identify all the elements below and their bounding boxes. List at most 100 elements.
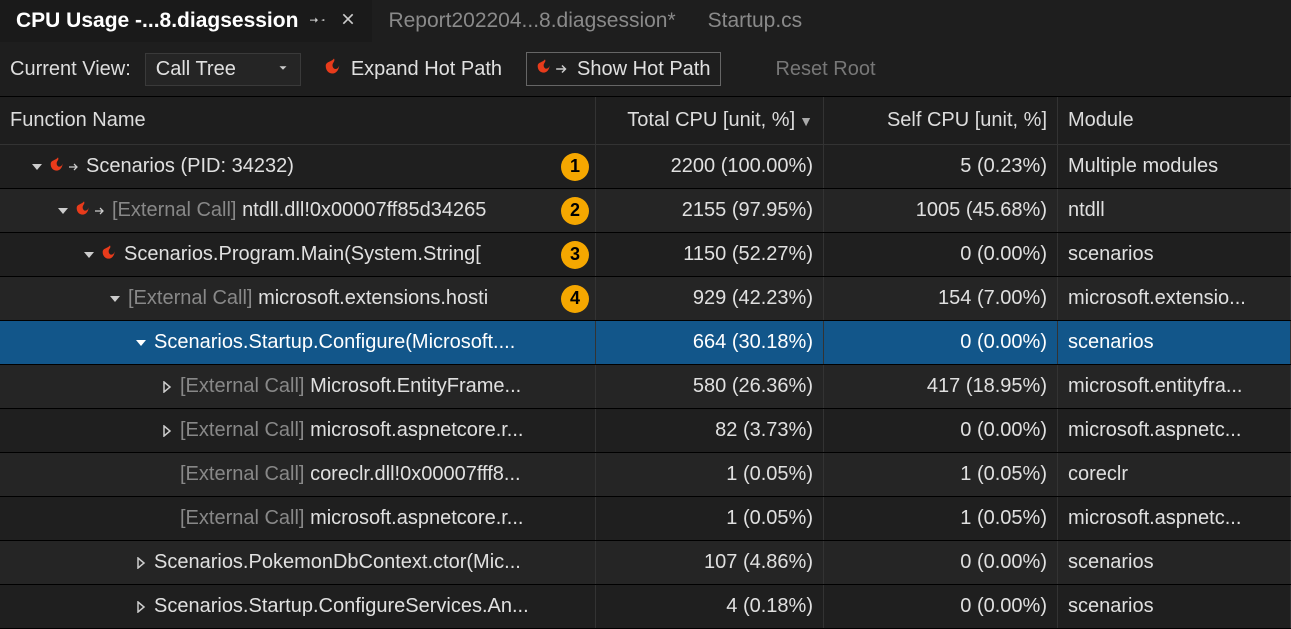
module-cell: microsoft.aspnetc... [1058,409,1291,452]
table-row[interactable]: Scenarios.Startup.ConfigureServices.An..… [0,585,1291,629]
expander-icon[interactable] [134,336,148,350]
reset-root-button[interactable]: Reset Root [765,54,885,85]
external-call-prefix: [External Call] [128,287,258,309]
self-cpu-cell: 1 (0.05%) [824,453,1058,496]
expander-icon[interactable] [108,292,122,306]
module-cell: Multiple modules [1058,145,1291,188]
chevron-down-icon [276,58,290,81]
grid-header: Function Name Total CPU [unit, %] ▼ Self… [0,97,1291,145]
total-cpu-cell: 1 (0.05%) [596,497,824,540]
self-cpu-cell: 0 (0.00%) [824,321,1058,364]
view-dropdown[interactable]: Call Tree [145,53,301,86]
expander-icon [160,512,174,526]
external-call-prefix: [External Call] [180,375,310,397]
function-cell: Scenarios.PokemonDbContext.ctor(Mic... [0,541,596,584]
table-row[interactable]: [External Call] Microsoft.EntityFrame...… [0,365,1291,409]
column-function-name[interactable]: Function Name [0,97,596,144]
expander-icon[interactable] [134,600,148,614]
table-row[interactable]: Scenarios.Program.Main(System.String[311… [0,233,1291,277]
function-cell: [External Call] microsoft.aspnetcore.r..… [0,497,596,540]
function-cell: [External Call] coreclr.dll!0x00007fff8.… [0,453,596,496]
module-cell: scenarios [1058,541,1291,584]
button-label: Show Hot Path [577,58,710,81]
self-cpu-cell: 0 (0.00%) [824,541,1058,584]
total-cpu-cell: 1150 (52.27%) [596,233,824,276]
expander-icon[interactable] [30,160,44,174]
dropdown-value: Call Tree [156,58,236,81]
self-cpu-cell: 0 (0.00%) [824,233,1058,276]
show-hot-path-button[interactable]: Show Hot Path [526,52,721,86]
total-cpu-cell: 2200 (100.00%) [596,145,824,188]
total-cpu-cell: 580 (26.36%) [596,365,824,408]
function-name: [External Call] ntdll.dll!0x00007ff85d34… [112,199,486,222]
self-cpu-cell: 417 (18.95%) [824,365,1058,408]
function-cell: [External Call] microsoft.extensions.hos… [0,277,596,320]
function-cell: Scenarios.Startup.Configure(Microsoft...… [0,321,596,364]
column-module[interactable]: Module [1058,97,1291,144]
tab-report[interactable]: Report202204...8.diagsession* [372,0,691,42]
table-row[interactable]: [External Call] microsoft.aspnetcore.r..… [0,409,1291,453]
tab-label: CPU Usage -...8.diagsession [16,9,298,33]
table-row[interactable]: [External Call] ntdll.dll!0x00007ff85d34… [0,189,1291,233]
call-tree-grid: Function Name Total CPU [unit, %] ▼ Self… [0,96,1291,629]
expander-icon[interactable] [82,248,96,262]
button-label: Expand Hot Path [351,58,502,81]
tab-cpu-usage[interactable]: CPU Usage -...8.diagsession [0,0,372,42]
close-icon[interactable] [340,9,356,33]
self-cpu-cell: 0 (0.00%) [824,409,1058,452]
function-cell: [External Call] ntdll.dll!0x00007ff85d34… [0,189,596,232]
flame-icon [102,243,118,267]
pin-icon[interactable] [310,9,328,33]
column-self-cpu[interactable]: Self CPU [unit, %] [824,97,1058,144]
function-name: [External Call] coreclr.dll!0x00007fff8.… [180,463,521,486]
self-cpu-cell: 5 (0.23%) [824,145,1058,188]
function-cell: [External Call] Microsoft.EntityFrame... [0,365,596,408]
function-cell: Scenarios.Startup.ConfigureServices.An..… [0,585,596,628]
expander-icon[interactable] [134,556,148,570]
module-cell: scenarios [1058,585,1291,628]
module-cell: ntdll [1058,189,1291,232]
function-name: Scenarios.Startup.Configure(Microsoft...… [154,331,515,354]
callout-badge: 3 [561,241,589,269]
expander-icon [160,468,174,482]
flame-icon [325,56,343,82]
expand-hot-path-button[interactable]: Expand Hot Path [315,52,512,86]
module-cell: coreclr [1058,453,1291,496]
module-cell: microsoft.extensio... [1058,277,1291,320]
sort-desc-icon: ▼ [799,113,813,129]
module-cell: microsoft.entityfra... [1058,365,1291,408]
expander-icon[interactable] [56,204,70,218]
table-row[interactable]: [External Call] microsoft.extensions.hos… [0,277,1291,321]
function-name: Scenarios.Startup.ConfigureServices.An..… [154,595,529,618]
total-cpu-cell: 82 (3.73%) [596,409,824,452]
expander-icon[interactable] [160,380,174,394]
column-total-cpu[interactable]: Total CPU [unit, %] ▼ [596,97,824,144]
function-name: Scenarios (PID: 34232) [86,155,294,178]
tab-label: Report202204...8.diagsession* [388,9,675,33]
flame-arrow-icon [50,155,80,179]
external-call-prefix: [External Call] [180,463,310,485]
self-cpu-cell: 1 (0.05%) [824,497,1058,540]
total-cpu-cell: 1 (0.05%) [596,453,824,496]
total-cpu-cell: 929 (42.23%) [596,277,824,320]
expander-icon[interactable] [160,424,174,438]
toolbar: Current View: Call Tree Expand Hot Path … [0,42,1291,96]
function-cell: Scenarios (PID: 34232)1 [0,145,596,188]
tab-strip: CPU Usage -...8.diagsession Report202204… [0,0,1291,42]
callout-badge: 2 [561,197,589,225]
function-name: [External Call] Microsoft.EntityFrame... [180,375,521,398]
total-cpu-cell: 4 (0.18%) [596,585,824,628]
table-row[interactable]: Scenarios (PID: 34232)12200 (100.00%)5 (… [0,145,1291,189]
table-row[interactable]: [External Call] coreclr.dll!0x00007fff8.… [0,453,1291,497]
tab-startup[interactable]: Startup.cs [692,0,819,42]
function-name: [External Call] microsoft.extensions.hos… [128,287,488,310]
total-cpu-cell: 664 (30.18%) [596,321,824,364]
table-row[interactable]: Scenarios.Startup.Configure(Microsoft...… [0,321,1291,365]
module-cell: scenarios [1058,233,1291,276]
table-row[interactable]: [External Call] microsoft.aspnetcore.r..… [0,497,1291,541]
tab-label: Startup.cs [708,9,803,33]
self-cpu-cell: 154 (7.00%) [824,277,1058,320]
callout-badge: 4 [561,285,589,313]
table-row[interactable]: Scenarios.PokemonDbContext.ctor(Mic...10… [0,541,1291,585]
self-cpu-cell: 0 (0.00%) [824,585,1058,628]
